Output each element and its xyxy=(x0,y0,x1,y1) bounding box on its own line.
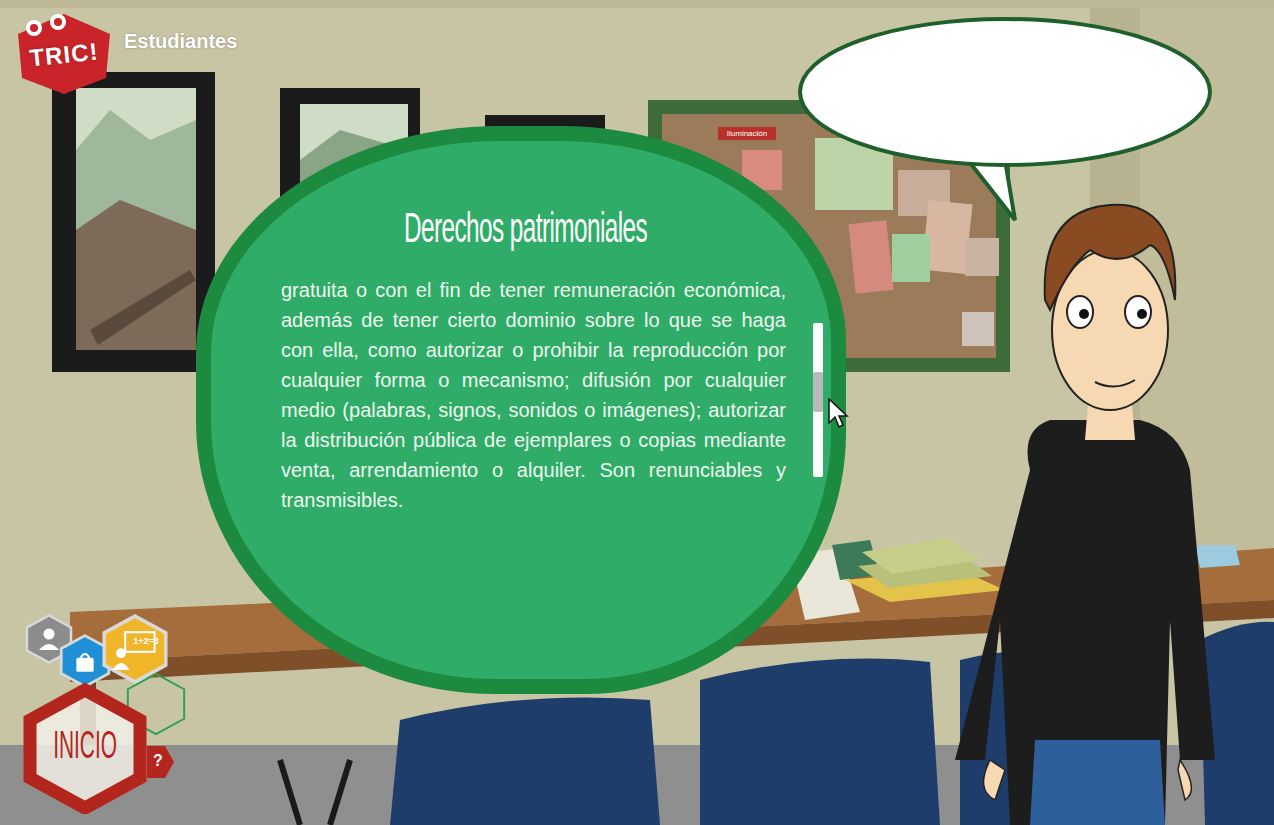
board-label: Iluminación xyxy=(718,127,776,140)
hex-label: 1+2=3 xyxy=(122,636,170,647)
section-title: Estudiantes xyxy=(124,29,237,53)
home-label: INICIO xyxy=(53,726,117,764)
mouse-cursor-icon xyxy=(828,398,850,430)
dialog-body: gratuita o con el fin de tener remunerac… xyxy=(281,275,786,515)
app-logo[interactable]: TRIC! xyxy=(14,12,114,96)
scroll-track[interactable] xyxy=(813,323,823,477)
dialog-title: Derechos patrimoniales xyxy=(404,207,647,249)
help-label: ? xyxy=(147,752,169,770)
home-button[interactable]: INICIO xyxy=(22,682,148,814)
help-button[interactable]: ? xyxy=(147,746,175,778)
info-dialog: Derechos patrimoniales gratuita o con el… xyxy=(196,126,846,694)
teacher-button[interactable]: 1+2=3 xyxy=(100,614,170,684)
scroll-thumb[interactable] xyxy=(813,372,823,412)
teacher-icon xyxy=(100,614,170,684)
scene: TRIC! Estudiantes Iluminación Derechos p… xyxy=(0,0,1274,825)
